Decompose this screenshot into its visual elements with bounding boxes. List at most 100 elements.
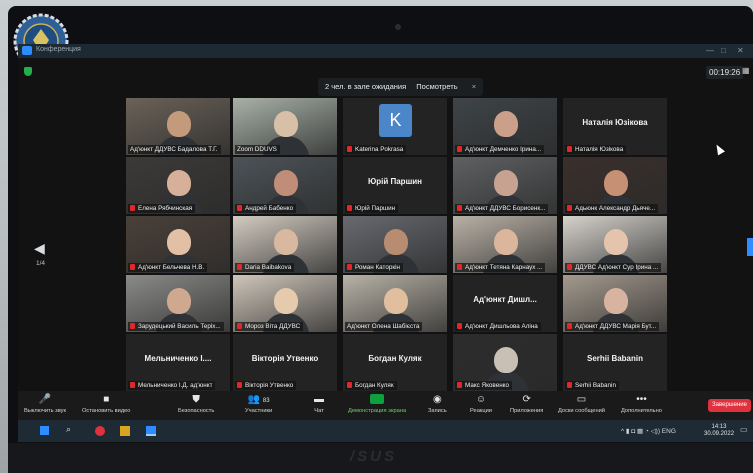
language-indicator[interactable]: ENG xyxy=(662,428,676,435)
search-icon[interactable]: ⌕ xyxy=(66,424,76,434)
participant-tile[interactable]: Zoom DDUVS xyxy=(233,98,337,155)
participant-tile[interactable]: Юрій Паршин Юрій Паршин xyxy=(343,157,447,214)
muted-mic-icon xyxy=(347,382,352,388)
participant-tile[interactable]: Ад'юнкт Бельчева Н.В. xyxy=(126,216,230,273)
participant-face xyxy=(604,170,628,196)
muted-mic-icon xyxy=(130,264,135,270)
participant-name-label: Serhii Babanin xyxy=(565,381,619,390)
participant-name-label: Мельниченко І.Д. ад'юнкт xyxy=(128,381,216,390)
muted-mic-icon xyxy=(567,323,572,329)
participant-name: Мельниченко І.Д. ад'юнкт xyxy=(138,382,213,389)
participant-tile[interactable]: Ад'юнкт Дишл... Ад'юнкт Дишльова Аліна xyxy=(453,275,557,332)
waiting-room-view-button[interactable]: Посмотреть xyxy=(416,82,457,91)
apps-label: Приложения xyxy=(510,408,544,414)
chat-button[interactable]: ▬ Чат xyxy=(314,394,324,414)
participant-name-label: Юрій Паршин xyxy=(345,204,399,213)
participant-name-label: Ад'юнкт ДДУВС Борисенк... xyxy=(455,204,549,213)
notifications-icon[interactable]: ▭ xyxy=(740,425,750,435)
file-explorer-icon[interactable] xyxy=(120,426,130,436)
participant-tile[interactable]: Ад'юнкт ДДУВС Марія Бут... xyxy=(563,275,667,332)
prev-page-icon[interactable]: ◀ xyxy=(34,240,45,257)
muted-mic-icon xyxy=(567,264,572,270)
participant-tile[interactable]: Адьюнк Александр Дьяче... xyxy=(563,157,667,214)
participant-face xyxy=(167,111,191,137)
participant-tile[interactable]: Daria Baibakova xyxy=(233,216,337,273)
participant-face xyxy=(167,288,191,314)
whiteboards-button[interactable]: ▭ Доски сообщений xyxy=(558,394,605,414)
apps-button[interactable]: ⟳ Приложения xyxy=(510,394,543,414)
participant-tile[interactable]: Ад'юнкт ДДУВС Борисенк... xyxy=(453,157,557,214)
participant-name: ДДУВС Ад'юнкт Сур Ірина ... xyxy=(575,264,659,271)
share-screen-icon xyxy=(348,394,406,406)
muted-mic-icon xyxy=(457,205,462,211)
participant-tile[interactable]: Мельниченко І.... Мельниченко І.Д. ад'юнк… xyxy=(126,334,230,391)
participant-name: Ад'юнкт Олена Шабієста xyxy=(347,323,420,330)
participant-tile[interactable]: Вікторія Утвенко Вікторія Утвенко xyxy=(233,334,337,391)
participant-tile[interactable]: Роман Каторкін xyxy=(343,216,447,273)
waiting-room-close-icon[interactable]: × xyxy=(472,82,476,91)
muted-mic-icon xyxy=(347,205,352,211)
participant-tile[interactable]: Serhii Babanin Serhii Babanin xyxy=(563,334,667,391)
participant-name: Serhii Babanin xyxy=(575,382,616,389)
participant-tile[interactable]: Ад'юнкт Тетяна Карнаух ... xyxy=(453,216,557,273)
page-indicator: 1/4 xyxy=(36,260,46,267)
share-screen-button[interactable]: Демонстрация экрана xyxy=(348,394,406,414)
next-page-icon[interactable] xyxy=(747,238,753,256)
participant-tile[interactable]: Ад'юнкт Олена Шабієста xyxy=(343,275,447,332)
participant-face xyxy=(494,347,518,373)
participants-button[interactable]: 👥 83 Участники xyxy=(245,394,272,414)
security-shield-icon: ⛊ xyxy=(192,394,200,405)
participant-name-label: Наталія Юзікова xyxy=(565,145,627,154)
mute-button[interactable]: 🎤 Выключить звук xyxy=(24,394,66,414)
participant-face xyxy=(494,111,518,137)
participant-name: Андрей Бабенко xyxy=(245,205,294,212)
video-label: Остановить видео xyxy=(82,408,131,414)
record-button[interactable]: ◉ Запись xyxy=(428,394,447,414)
participant-name-label: Богдан Куляк xyxy=(345,381,397,390)
clock-date: 30.09.2022 xyxy=(704,431,735,437)
muted-mic-icon xyxy=(130,205,135,211)
encryption-shield-icon[interactable] xyxy=(24,67,32,76)
participant-name-label: Адьюнк Александр Дьяче... xyxy=(565,204,659,213)
more-button[interactable]: ••• Дополнительно xyxy=(621,394,662,414)
reactions-button[interactable]: ☺ Реакции xyxy=(470,394,492,414)
participant-tile[interactable]: Елена Рябчинская xyxy=(126,157,230,214)
participant-tile[interactable]: Ад'юнкт Демченко Ірина... xyxy=(453,98,557,155)
participant-name: Юрій Паршин xyxy=(355,205,396,212)
participant-name: Наталія Юзікова xyxy=(575,146,624,153)
more-icon: ••• xyxy=(636,394,647,405)
participant-name: Zoom DDUVS xyxy=(237,146,277,153)
security-button[interactable]: ⛊ Безопасность xyxy=(178,394,214,414)
opera-browser-icon[interactable] xyxy=(95,426,105,436)
participant-name: Адьюнк Александр Дьяче... xyxy=(575,205,656,212)
view-grid-icon[interactable]: ▦ xyxy=(742,66,750,75)
chat-label: Чат xyxy=(314,408,324,414)
participant-name-label: Андрей Бабенко xyxy=(235,204,297,213)
end-meeting-button[interactable]: Завершение xyxy=(708,399,751,412)
stop-video-button[interactable]: ■ Остановить видео xyxy=(82,394,130,414)
participant-tile[interactable]: Мороз Віта ДДУВС xyxy=(233,275,337,332)
zoom-taskbar-icon[interactable] xyxy=(146,426,156,436)
minimize-icon[interactable]: — xyxy=(706,46,714,55)
taskbar-clock[interactable]: 14:13 30.09.2022 xyxy=(704,424,734,438)
participant-tile[interactable]: Богдан Куляк Богдан Куляк xyxy=(343,334,447,391)
participant-tile[interactable]: Макс Яковенко xyxy=(453,334,557,391)
muted-mic-icon xyxy=(567,382,572,388)
participant-display-name: Мельниченко І.... xyxy=(144,354,212,363)
windows-start-icon[interactable] xyxy=(40,426,49,435)
participant-tile[interactable]: Андрей Бабенко xyxy=(233,157,337,214)
participant-tile[interactable]: ДДУВС Ад'юнкт Сур Ірина ... xyxy=(563,216,667,273)
participant-name: Daria Baibakova xyxy=(245,264,292,271)
participant-tile[interactable]: Ад'юнкт ДДУВС Бадалова Т.Г. xyxy=(126,98,230,155)
screen: Конференция — □ ✕ 00:19:26 ▦ 2 чел. в за… xyxy=(18,44,753,442)
participant-tile[interactable]: Наталія Юзікова Наталія Юзікова xyxy=(563,98,667,155)
close-icon[interactable]: ✕ xyxy=(737,46,744,55)
participant-face xyxy=(494,229,518,255)
participant-tile[interactable]: K Katerina Pokrasa xyxy=(343,98,447,155)
maximize-icon[interactable]: □ xyxy=(721,46,726,55)
participant-name-label: Роман Каторкін xyxy=(345,263,403,272)
muted-mic-icon xyxy=(567,146,572,152)
participant-name: Зарудецький Василь Теріх... xyxy=(138,323,221,330)
participant-name: Богдан Куляк xyxy=(355,382,394,389)
participant-tile[interactable]: Зарудецький Василь Теріх... xyxy=(126,275,230,332)
